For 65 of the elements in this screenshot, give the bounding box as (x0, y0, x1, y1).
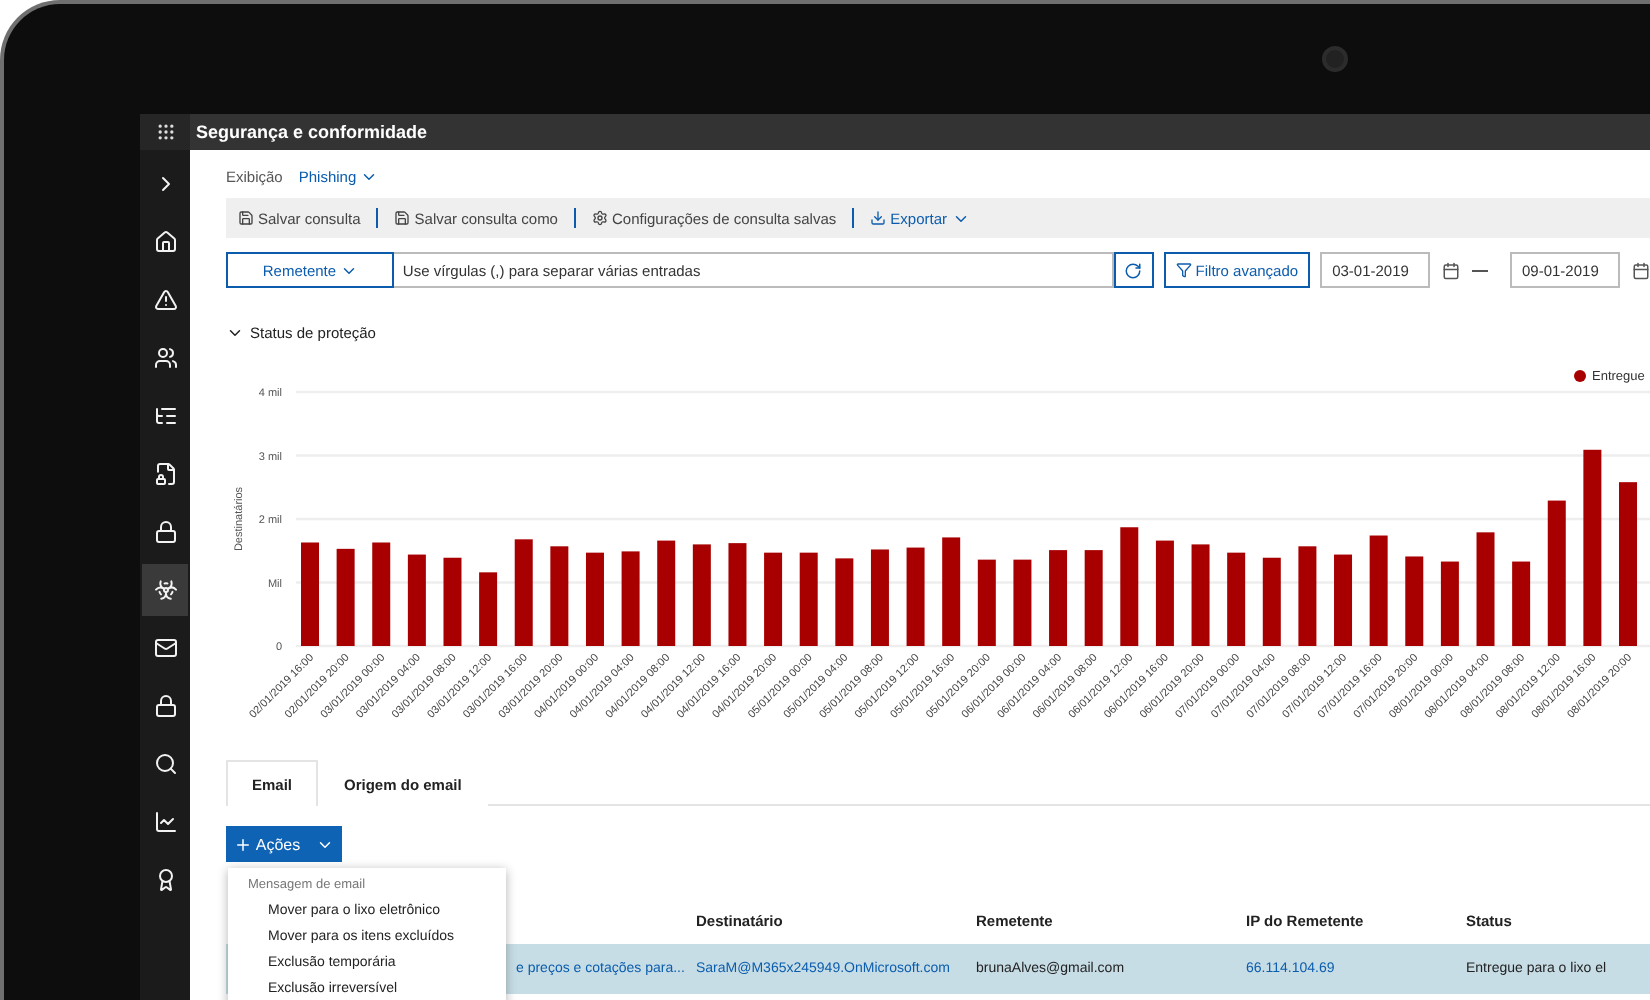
home-icon (153, 230, 177, 254)
bar-segment (1155, 540, 1174, 646)
bar-segment (1227, 552, 1246, 646)
list-icon (153, 404, 177, 428)
calendar-icon[interactable] (1632, 261, 1650, 279)
grid-icon (155, 122, 175, 142)
filter-icon (1175, 262, 1192, 278)
refresh-icon (1124, 261, 1143, 279)
download-icon (870, 210, 887, 226)
bar-segment (657, 540, 676, 646)
bar-segment (550, 546, 569, 646)
save-icon (238, 210, 254, 226)
bar-segment (1476, 532, 1495, 646)
camera-icon (1322, 46, 1348, 72)
bar-segment (1369, 535, 1388, 646)
bar-segment (728, 543, 747, 646)
bar-segment (692, 544, 711, 646)
bar-segment (870, 549, 889, 646)
bar-segment (407, 554, 426, 646)
app-launcher-button[interactable] (140, 114, 190, 150)
bar-segment (1120, 527, 1139, 646)
bar-segment (1013, 559, 1032, 646)
bar-segment (585, 552, 604, 646)
line-chart-icon (153, 810, 177, 834)
bar-segment (443, 557, 462, 646)
warning-icon (153, 288, 177, 312)
app-title: Segurança e conformidade (196, 122, 428, 142)
bar-segment (764, 552, 783, 646)
bar-segment (1298, 546, 1317, 646)
bar-segment (301, 542, 319, 646)
bar-segment (372, 542, 391, 646)
refresh-button[interactable] (1113, 252, 1154, 288)
lock-icon (153, 694, 177, 718)
bar-segment (977, 559, 996, 646)
plus-icon (233, 835, 252, 853)
save-icon (394, 210, 411, 226)
mail-icon (153, 636, 177, 660)
document-lock-icon (153, 462, 177, 486)
bar-segment (835, 558, 854, 646)
gear-icon (591, 210, 608, 226)
bar-segment (1262, 557, 1281, 646)
search-icon (153, 752, 177, 776)
bar-segment (621, 551, 640, 646)
bar-segment (336, 548, 355, 646)
bar-segment (479, 572, 498, 646)
bar-segment (799, 552, 818, 646)
bar-segment (1084, 550, 1103, 646)
bar-segment (514, 539, 533, 646)
bar-segment (942, 537, 961, 646)
bar-segment (906, 547, 925, 646)
actions-button[interactable]: Ações (226, 826, 342, 862)
bar-segment (1405, 556, 1424, 646)
chevron-down-icon (360, 168, 379, 186)
legend-marker (1574, 370, 1586, 382)
bar-segment (1049, 550, 1068, 646)
bar-segment (1440, 561, 1459, 646)
bar-segment (1512, 561, 1531, 646)
award-icon (153, 868, 177, 892)
lock-icon (153, 520, 177, 544)
biohazard-icon (153, 578, 177, 602)
bar-segment (1334, 554, 1353, 646)
calendar-icon[interactable] (1442, 261, 1461, 279)
bar-segment (1191, 544, 1210, 646)
sidebar-item[interactable] (142, 564, 188, 616)
people-icon (153, 346, 177, 370)
